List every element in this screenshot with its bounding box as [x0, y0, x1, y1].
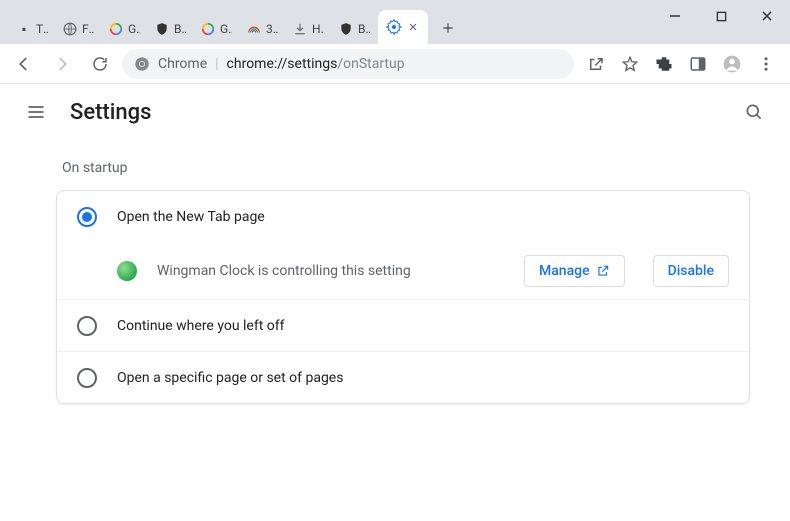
extensions-button[interactable] [648, 48, 680, 80]
chrome-logo-icon [134, 56, 150, 72]
radio-icon [77, 368, 97, 388]
manage-label: Manage [539, 263, 590, 279]
tab-label: Be [174, 22, 186, 36]
tab[interactable]: Ho [286, 14, 330, 44]
bookmark-button[interactable] [614, 48, 646, 80]
radio-label: Open the New Tab page [117, 209, 265, 225]
tab-label: Fil [82, 22, 94, 36]
tab-label: Go [220, 22, 232, 36]
settings-content: On startup Open the New Tab page Wingman… [0, 140, 790, 404]
hamburger-menu-button[interactable] [20, 96, 52, 128]
favicon-globe-icon [62, 21, 78, 37]
radio-label: Continue where you left off [117, 318, 285, 334]
page-title: Settings [70, 100, 151, 125]
share-button[interactable] [580, 48, 612, 80]
extension-controlled-notice: Wingman Clock is controlling this settin… [57, 243, 749, 299]
back-button[interactable] [8, 48, 40, 80]
tab[interactable]: Go [102, 14, 146, 44]
tab[interactable]: Go [194, 14, 238, 44]
favicon-generic-icon: ▪ [16, 21, 32, 37]
on-startup-card: Open the New Tab page Wingman Clock is c… [56, 190, 750, 404]
favicon-shield-icon [154, 21, 170, 37]
maximize-button[interactable] [698, 0, 744, 32]
radio-icon [77, 316, 97, 336]
section-title: On startup [62, 160, 750, 176]
tab[interactable]: ▪ Th [10, 14, 54, 44]
open-external-icon [596, 264, 610, 278]
omnibox-path: /onStartup [337, 56, 404, 72]
forward-button[interactable] [46, 48, 78, 80]
manage-extension-button[interactable]: Manage [524, 255, 625, 287]
tab[interactable]: Be [332, 14, 376, 44]
new-tab-button[interactable] [434, 14, 462, 42]
favicon-download-icon [292, 21, 308, 37]
radio-label: Open a specific page or set of pages [117, 370, 343, 386]
toolbar-right-icons [580, 48, 782, 80]
favicon-rainbow-icon [246, 21, 262, 37]
radio-icon [77, 207, 97, 227]
reload-button[interactable] [84, 48, 116, 80]
disable-label: Disable [668, 263, 714, 279]
tab[interactable]: Fil [56, 14, 100, 44]
chrome-menu-button[interactable] [750, 48, 782, 80]
tab[interactable]: Be [148, 14, 192, 44]
tab-strip: ▪ Th Fil Go Be Go [0, 0, 462, 44]
tab-label: Ho [312, 22, 324, 36]
favicon-google-icon [108, 21, 124, 37]
tab-label: Be [358, 22, 370, 36]
extension-icon [117, 261, 137, 281]
settings-header: Settings [0, 84, 790, 140]
favicon-google-icon [200, 21, 216, 37]
favicon-settings-gear-icon [386, 19, 402, 35]
tab-label: Go [128, 22, 140, 36]
omnibox-domain: chrome://settings [227, 56, 338, 72]
side-panel-button[interactable] [682, 48, 714, 80]
search-settings-button[interactable] [738, 96, 770, 128]
omnibox-chip-label: Chrome [158, 56, 207, 72]
tab-active[interactable] [378, 10, 428, 44]
browser-toolbar: Chrome | chrome://settings/onStartup [0, 44, 790, 84]
radio-option-new-tab[interactable]: Open the New Tab page [57, 191, 749, 243]
window-controls [652, 0, 790, 32]
address-bar[interactable]: Chrome | chrome://settings/onStartup [122, 49, 574, 79]
minimize-button[interactable] [652, 0, 698, 32]
tab[interactable]: 3B [240, 14, 284, 44]
profile-button[interactable] [716, 48, 748, 80]
window-titlebar: ▪ Th Fil Go Be Go [0, 0, 790, 44]
disable-extension-button[interactable]: Disable [653, 255, 729, 287]
tab-label: Th [36, 22, 48, 36]
extension-controlled-text: Wingman Clock is controlling this settin… [157, 263, 504, 279]
favicon-shield-icon [338, 21, 354, 37]
radio-option-specific-pages[interactable]: Open a specific page or set of pages [57, 351, 749, 403]
close-window-button[interactable] [744, 0, 790, 32]
radio-option-continue[interactable]: Continue where you left off [57, 299, 749, 351]
close-tab-icon[interactable] [406, 20, 420, 34]
tab-label: 3B [266, 22, 278, 36]
